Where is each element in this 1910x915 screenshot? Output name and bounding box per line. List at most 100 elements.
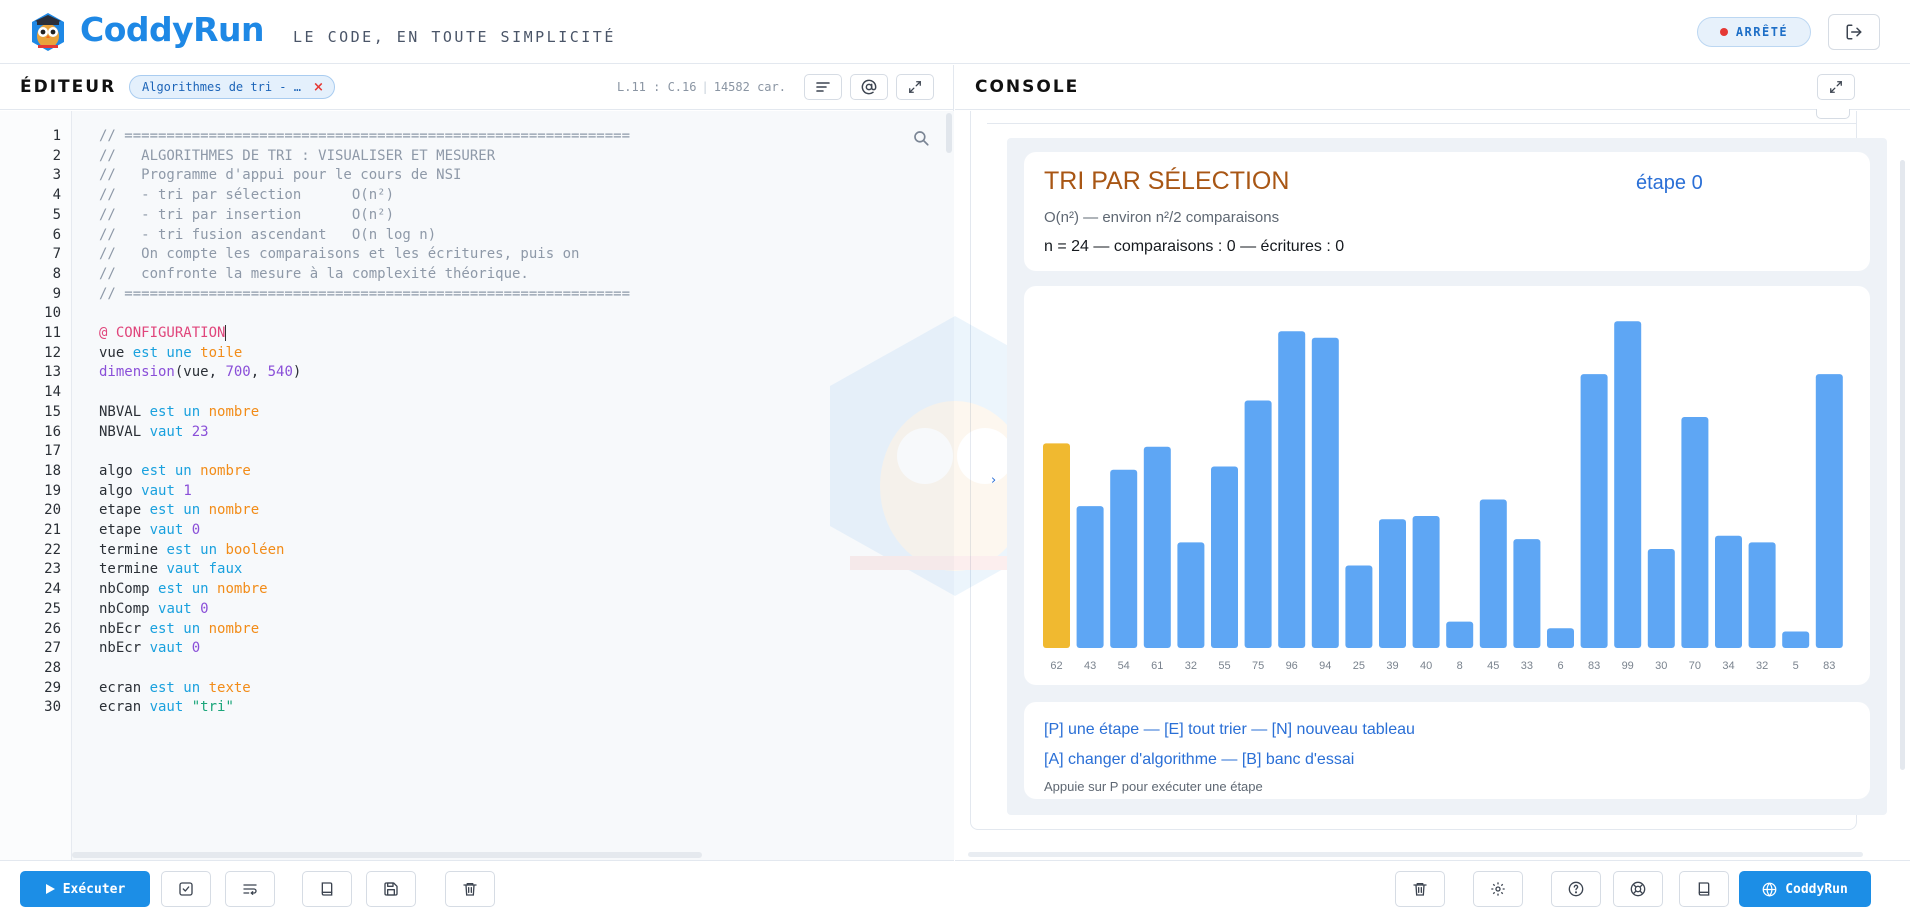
- editor-vertical-scrollbar[interactable]: [946, 113, 952, 153]
- code-line: nbComp est un nombre: [99, 581, 268, 597]
- support-button[interactable]: [1613, 871, 1663, 907]
- code-line: termine vaut faux: [99, 561, 242, 577]
- help-button[interactable]: [1551, 871, 1601, 907]
- code-token: ,: [250, 364, 268, 381]
- bar-value-label: 45: [1487, 660, 1499, 672]
- chart-bar: [1748, 542, 1776, 648]
- code-token: faux: [208, 561, 243, 578]
- clear-console-button[interactable]: [1395, 871, 1445, 907]
- help-card: [P] une étape — [E] tout trier — [N] nou…: [1024, 702, 1870, 799]
- chart-bar: [1681, 417, 1709, 648]
- code-token: vaut: [149, 522, 192, 538]
- brand-name: CoddyRun: [80, 10, 265, 49]
- console-divider: [987, 123, 1857, 124]
- code-line: dimension(vue, 700, 540): [99, 364, 301, 380]
- code-editor[interactable]: 1 2 3 4 5 6 7 8 9 10 11 12 13 14 15 16 17 18 19 20 21 22 23 24 2…: [0, 111, 954, 860]
- book-icon: [321, 882, 333, 896]
- bar-value-label: 43: [1084, 660, 1096, 672]
- at-icon: [861, 79, 877, 95]
- line-number: 26: [44, 620, 61, 637]
- bar-value-label: 83: [1588, 660, 1600, 672]
- save-button[interactable]: [366, 871, 416, 907]
- bar-value-label: 70: [1689, 660, 1701, 672]
- chart-bar: [1647, 549, 1675, 648]
- line-number: 20: [44, 502, 61, 519]
- code-line: termine est un booléen: [99, 542, 284, 558]
- console-horizontal-scrollbar[interactable]: [968, 852, 1863, 857]
- chart-bar: [1311, 337, 1339, 648]
- code-line: etape vaut 0: [99, 522, 200, 538]
- editor-footer: Exécuter: [0, 860, 954, 915]
- code-token: etape: [99, 502, 150, 519]
- code-token: // confronte la mesure à la complexité t…: [99, 265, 529, 282]
- bar-value-label: 54: [1118, 660, 1130, 672]
- code-token: est une: [132, 344, 201, 361]
- file-tab[interactable]: Algorithmes de tri - … ×: [129, 75, 335, 99]
- console-footer: CoddyRun: [955, 860, 1910, 915]
- char-count: 14582 car.: [713, 80, 786, 94]
- run-button[interactable]: Exécuter: [20, 871, 150, 907]
- docs-button[interactable]: [1679, 871, 1729, 907]
- code-token: vue: [99, 344, 133, 361]
- code-token: est un: [166, 541, 226, 558]
- code-line: ecran est un texte: [99, 680, 251, 696]
- search-icon[interactable]: [912, 129, 930, 147]
- code-token: algo: [99, 462, 142, 479]
- code-token: nombre: [208, 620, 260, 637]
- close-icon[interactable]: ×: [313, 80, 324, 95]
- code-line: // On compte les comparaisons et les écr…: [99, 246, 579, 262]
- line-number: 21: [44, 522, 61, 538]
- code-token: vaut: [141, 482, 184, 499]
- bar-value-label: 6: [1557, 660, 1563, 672]
- coddyrun-button[interactable]: CoddyRun: [1739, 871, 1871, 907]
- chart-bar: [1412, 516, 1440, 648]
- delete-button[interactable]: [445, 871, 495, 907]
- console-vertical-scrollbar[interactable]: [1900, 160, 1905, 770]
- docs-button[interactable]: [302, 871, 352, 907]
- code-line: etape est un nombre: [99, 502, 259, 518]
- line-number: 15: [44, 403, 61, 420]
- chart-bar: [1782, 631, 1810, 648]
- line-number: 30: [44, 699, 61, 716]
- text-caret: [225, 325, 227, 341]
- check-icon: [179, 882, 193, 896]
- logout-button[interactable]: [1828, 14, 1880, 50]
- wrap-button[interactable]: [225, 871, 275, 907]
- logout-icon: [1846, 24, 1862, 40]
- mention-button[interactable]: [850, 74, 888, 100]
- check-button[interactable]: [161, 871, 211, 907]
- expand-console-button[interactable]: [1817, 74, 1855, 100]
- format-icon: [816, 82, 830, 92]
- bar-value-label: 5: [1793, 660, 1799, 672]
- line-number: 5: [52, 206, 61, 223]
- coddyrun-button-label: CoddyRun: [1785, 881, 1848, 897]
- code-token: booléen: [225, 541, 285, 558]
- bar-value-label: 99: [1622, 660, 1634, 672]
- expand-editor-button[interactable]: [896, 74, 934, 100]
- code-token: // =====================================…: [99, 285, 631, 302]
- code-token: nbEcr: [99, 640, 150, 657]
- code-token: termine: [99, 541, 167, 558]
- trash-icon: [463, 883, 477, 896]
- chart-bar: [1278, 331, 1306, 648]
- book-icon: [1698, 882, 1710, 896]
- format-button[interactable]: [804, 74, 842, 100]
- code-token: // - tri par sélection O(n²): [99, 187, 395, 204]
- line-number: 1: [52, 128, 61, 144]
- bar-value-label: 32: [1185, 660, 1197, 672]
- editor-pane: ÉDITEUR Algorithmes de tri - … × L.11 : …: [0, 65, 954, 915]
- bar-value-label: 75: [1252, 660, 1264, 672]
- chart-bar: [1580, 374, 1608, 648]
- help-hint: Appuie sur P pour exécuter une étape: [1044, 779, 1263, 794]
- code-token: nombre: [208, 403, 260, 420]
- program-canvas[interactable]: TRI PAR SÉLECTION étape 0 O(n²) — enviro…: [1007, 138, 1887, 815]
- code-token: @ CONFIGURATION: [99, 325, 226, 341]
- settings-button[interactable]: [1473, 871, 1523, 907]
- code-token: 540: [267, 364, 293, 381]
- line-number: 2: [52, 147, 61, 164]
- console-mini-tab[interactable]: [1816, 109, 1850, 119]
- complexity-text: O(n²) — environ n²/2 comparaisons: [1044, 209, 1280, 226]
- bar-value-label: 55: [1218, 660, 1230, 672]
- chevron-right-icon[interactable]: ›: [991, 473, 996, 488]
- editor-horizontal-scrollbar[interactable]: [72, 852, 702, 858]
